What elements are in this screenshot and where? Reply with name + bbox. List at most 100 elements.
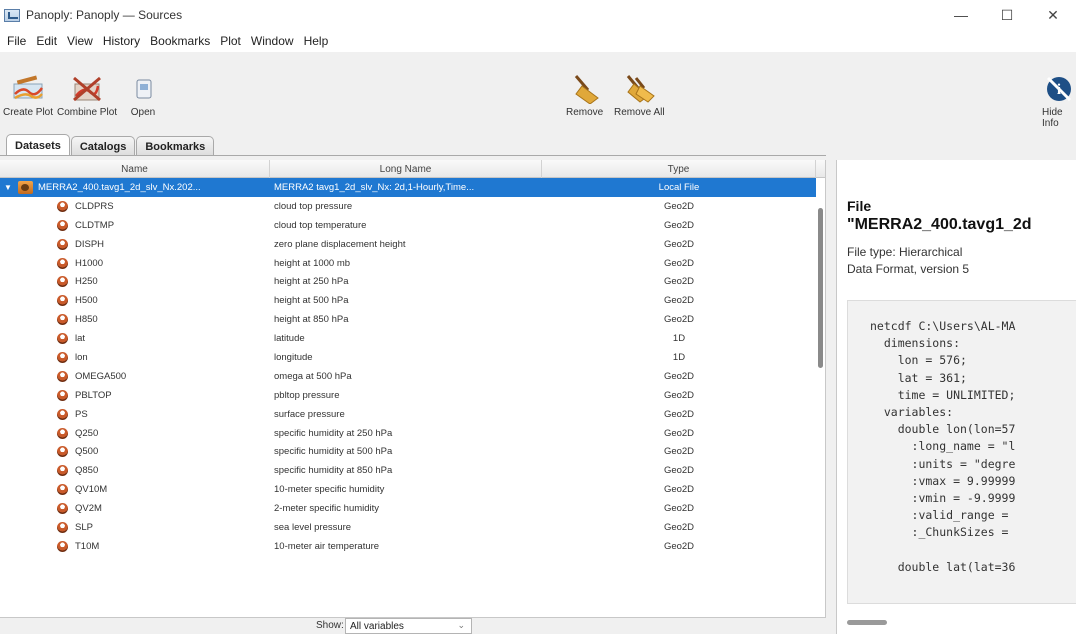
code-line: lon = 576;: [870, 353, 967, 368]
table-row[interactable]: T10M 10-meter air temperature Geo2D: [0, 537, 816, 556]
title-bar: Panoply: Panoply — Sources — ☐ ✕: [0, 0, 1076, 30]
column-header-long-name[interactable]: Long Name: [270, 160, 542, 178]
create-plot-button[interactable]: Create Plot: [3, 74, 53, 118]
variable-long-name: zero plane displacement height: [274, 238, 406, 250]
table-scrollbar[interactable]: [816, 178, 825, 617]
variable-type: 1D: [672, 351, 686, 363]
variable-type: Geo2D: [663, 465, 695, 477]
variable-name: T10M: [75, 540, 100, 552]
code-line: time = UNLIMITED;: [870, 387, 1016, 402]
expand-arrow-icon[interactable]: ▼: [4, 183, 14, 192]
remove-button[interactable]: Remove: [566, 74, 603, 118]
variable-long-name: height at 850 hPa: [274, 314, 349, 326]
variable-icon: [57, 370, 68, 382]
variable-long-name: latitude: [274, 333, 305, 345]
table-row[interactable]: H500 height at 500 hPa Geo2D: [0, 291, 816, 310]
variable-icon: [57, 540, 68, 552]
file-row[interactable]: ▼ MERRA2_400.tavg1_2d_slv_Nx.202... MERR…: [0, 178, 816, 197]
variable-name: DISPH: [75, 238, 105, 250]
menu-bookmarks[interactable]: Bookmarks: [145, 34, 215, 48]
variable-long-name: 10-meter specific humidity: [274, 484, 385, 496]
table-row[interactable]: CLDPRS cloud top pressure Geo2D: [0, 197, 816, 216]
close-button[interactable]: ✕: [1030, 0, 1076, 30]
variable-long-name: pbltop pressure: [274, 389, 340, 401]
table-row[interactable]: OMEGA500 omega at 500 hPa Geo2D: [0, 367, 816, 386]
variable-icon: [57, 314, 68, 326]
info-file-type: File type: Hierarchical Data Format, ver…: [847, 245, 970, 276]
table-row[interactable]: Q500 specific humidity at 500 hPa Geo2D: [0, 442, 816, 461]
variable-long-name: omega at 500 hPa: [274, 370, 352, 382]
table-row[interactable]: CLDTMP cloud top temperature Geo2D: [0, 216, 816, 235]
table-row[interactable]: SLP sea level pressure Geo2D: [0, 518, 816, 537]
info-panel: File "MERRA2_400.tavg1_2d File type: Hie…: [836, 160, 1076, 634]
code-line: variables:: [870, 405, 954, 419]
remove-label: Remove: [566, 107, 604, 118]
code-line: double lat(lat=36: [870, 559, 1016, 574]
local-file-icon: [18, 180, 33, 194]
variable-icon: [57, 389, 68, 401]
variable-long-name: height at 500 hPa: [274, 295, 349, 307]
menu-plot[interactable]: Plot: [215, 34, 246, 48]
variable-icon: [57, 503, 68, 515]
source-tabs: Datasets Catalogs Bookmarks: [6, 134, 215, 156]
table-row[interactable]: PS surface pressure Geo2D: [0, 405, 816, 424]
tab-divider: [0, 155, 826, 156]
table-row[interactable]: QV10M 10-meter specific humidity Geo2D: [0, 480, 816, 499]
open-icon: [136, 79, 152, 99]
variable-name: lat: [75, 333, 86, 345]
scrollbar-thumb[interactable]: [818, 208, 823, 368]
column-header-type[interactable]: Type: [542, 160, 816, 178]
table-row[interactable]: H850 height at 850 hPa Geo2D: [0, 310, 816, 329]
menu-view[interactable]: View: [62, 34, 98, 48]
variable-type: Geo2D: [663, 389, 695, 401]
hide-info-button[interactable]: i Hide Info: [1042, 74, 1076, 129]
maximize-button[interactable]: ☐: [984, 0, 1030, 30]
tab-catalogs[interactable]: Catalogs: [70, 136, 136, 156]
menu-window[interactable]: Window: [246, 34, 299, 48]
variable-long-name: 10-meter air temperature: [274, 540, 380, 552]
menu-file[interactable]: File: [2, 34, 31, 48]
toolbar: Create Plot Combine Plot Open Remove Rem…: [0, 52, 1076, 132]
combine-plot-icon: [73, 76, 101, 102]
chevron-down-icon: ⌄: [457, 620, 465, 630]
show-filter-select[interactable]: All variables ⌄: [345, 618, 472, 634]
table-row[interactable]: Q850 specific humidity at 850 hPa Geo2D: [0, 461, 816, 480]
menu-history[interactable]: History: [98, 34, 145, 48]
info-horizontal-scrollbar[interactable]: [847, 620, 887, 625]
table-row[interactable]: DISPH zero plane displacement height Geo2D: [0, 235, 816, 254]
window-controls: — ☐ ✕: [938, 0, 1076, 30]
variable-name: Q850: [75, 465, 99, 477]
open-label: Open: [130, 107, 156, 118]
table-row[interactable]: PBLTOP pbltop pressure Geo2D: [0, 386, 816, 405]
table-row[interactable]: H250 height at 250 hPa Geo2D: [0, 272, 816, 291]
variable-name: QV2M: [75, 503, 102, 515]
menu-edit[interactable]: Edit: [31, 34, 62, 48]
variable-type: Geo2D: [663, 446, 695, 458]
datasets-table: Name Long Name Type ▼ MERRA2_400.tavg1_2…: [0, 160, 826, 617]
remove-all-button[interactable]: Remove All: [614, 74, 665, 118]
variable-type: Geo2D: [663, 295, 695, 307]
variable-type: Geo2D: [663, 521, 695, 533]
variable-type: Geo2D: [663, 370, 695, 382]
file-name: MERRA2_400.tavg1_2d_slv_Nx.202...: [38, 181, 201, 193]
table-row[interactable]: H1000 height at 1000 mb Geo2D: [0, 254, 816, 273]
tab-bookmarks[interactable]: Bookmarks: [136, 136, 215, 156]
code-line: :units = "degre: [870, 456, 1016, 471]
variable-icon: [57, 446, 68, 458]
variable-long-name: 2-meter specific humidity: [274, 503, 380, 515]
tab-datasets[interactable]: Datasets: [6, 134, 70, 156]
column-header-name[interactable]: Name: [0, 160, 270, 178]
file-long-name: MERRA2 tavg1_2d_slv_Nx: 2d,1-Hourly,Time…: [274, 181, 475, 193]
table-row[interactable]: Q250 specific humidity at 250 hPa Geo2D: [0, 424, 816, 443]
table-row[interactable]: lat latitude 1D: [0, 329, 816, 348]
table-row[interactable]: lon longitude 1D: [0, 348, 816, 367]
minimize-button[interactable]: —: [938, 0, 984, 30]
open-button[interactable]: Open: [126, 74, 160, 118]
variable-name: OMEGA500: [75, 370, 127, 382]
table-row[interactable]: QV2M 2-meter specific humidity Geo2D: [0, 499, 816, 518]
code-line: :_ChunkSizes =: [870, 525, 1016, 540]
menu-help[interactable]: Help: [299, 34, 334, 48]
combine-plot-button[interactable]: Combine Plot: [57, 74, 117, 118]
create-plot-label: Create Plot: [3, 107, 54, 118]
info-heading: File: [847, 198, 872, 214]
